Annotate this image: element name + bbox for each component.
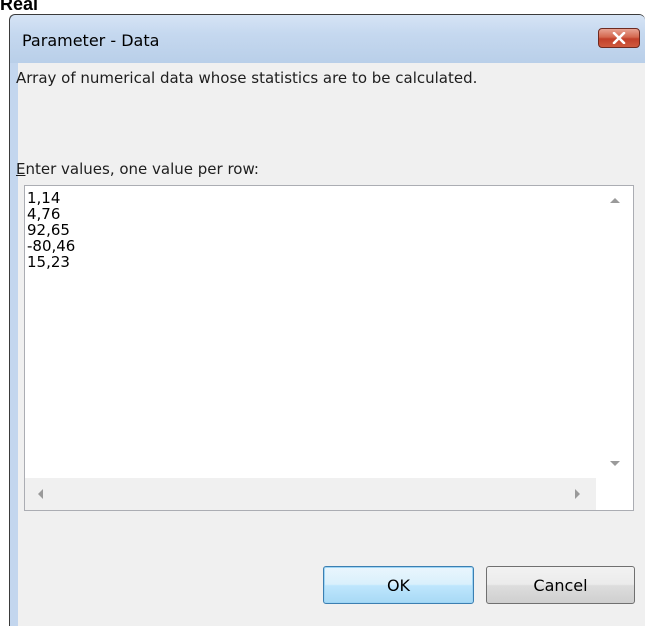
vertical-scrollbar[interactable] <box>596 186 633 478</box>
value-row: 4,76 <box>27 205 61 223</box>
scrollbar-corner <box>596 478 633 510</box>
scroll-right-icon[interactable] <box>575 489 580 499</box>
value-row: 1,14 <box>27 189 61 207</box>
close-icon <box>612 32 626 44</box>
scroll-up-icon[interactable] <box>610 198 620 203</box>
ok-button[interactable]: OK <box>323 566 474 604</box>
cancel-button[interactable]: Cancel <box>486 566 635 604</box>
value-row: 92,65 <box>27 221 70 239</box>
dialog-title: Parameter - Data <box>22 31 160 50</box>
value-row: -80,46 <box>27 237 76 255</box>
values-textarea[interactable]: 1,14 4,76 92,65 -80,46 15,23 <box>24 185 634 511</box>
value-row: 15,23 <box>27 253 70 271</box>
background-partial-text: Real <box>0 0 39 14</box>
values-textarea-content[interactable]: 1,14 4,76 92,65 -80,46 15,23 <box>27 190 587 486</box>
horizontal-scrollbar[interactable] <box>25 478 597 510</box>
parameter-description: Array of numerical data whose statistics… <box>16 69 478 87</box>
close-button[interactable] <box>598 28 640 48</box>
screen-root: Real Parameter - Data Array of numerical… <box>0 0 645 626</box>
scroll-left-icon[interactable] <box>38 489 43 499</box>
prompt-label-text: nter values, one value per row: <box>25 160 259 178</box>
dialog-titlebar[interactable]: Parameter - Data <box>10 15 645 63</box>
scroll-down-icon[interactable] <box>610 461 620 466</box>
values-prompt-label: Enter values, one value per row: <box>16 160 259 178</box>
